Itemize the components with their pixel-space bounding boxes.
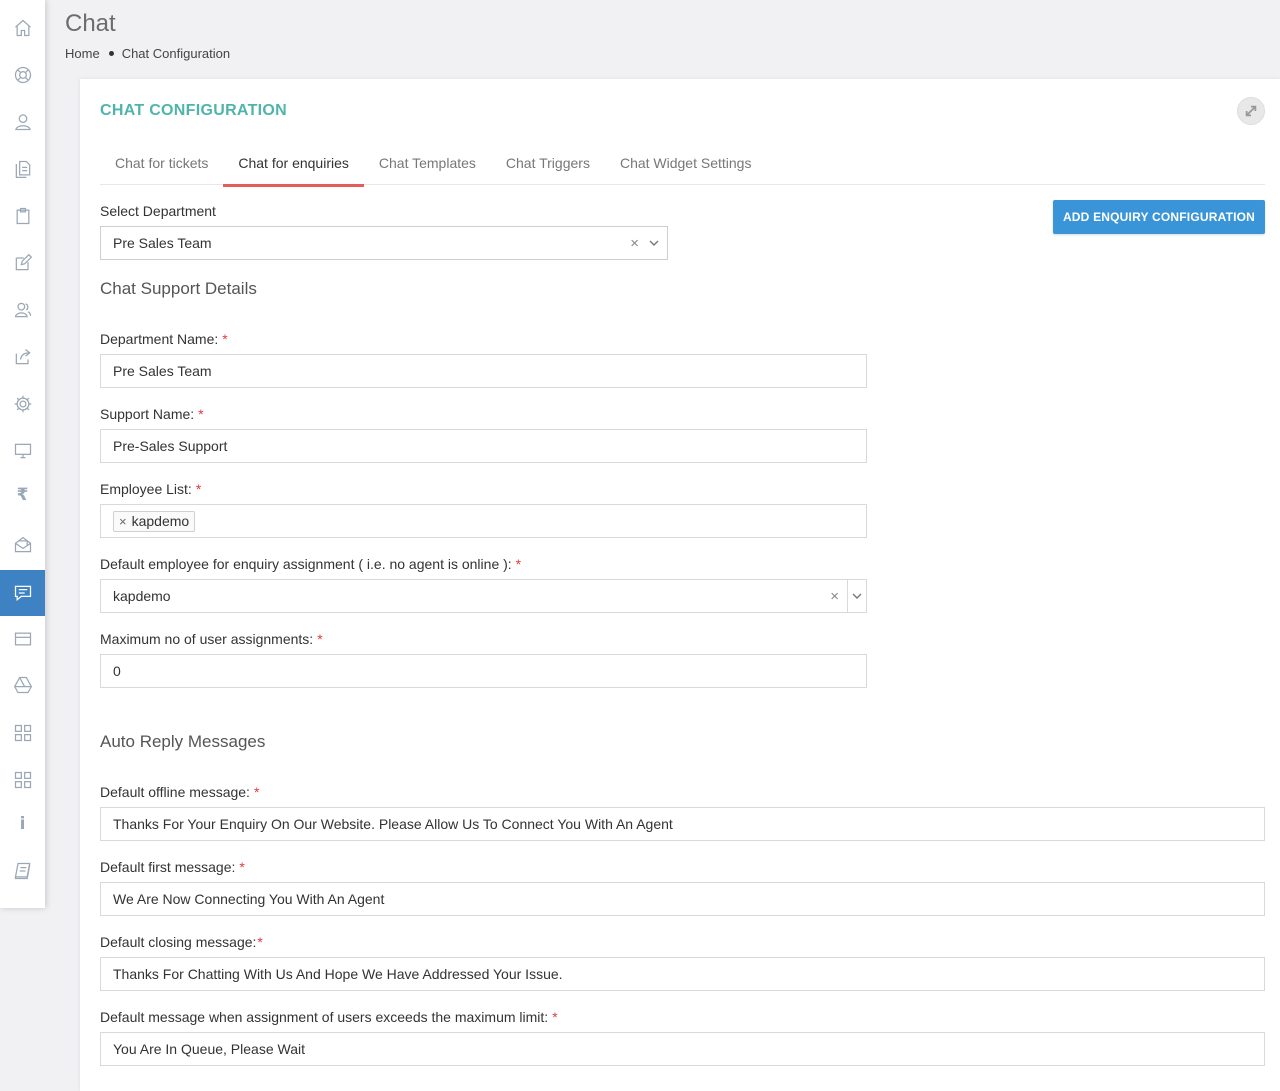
monitor-icon[interactable] (0, 428, 45, 474)
default-employee-label-text: Default employee for enquiry assignment … (100, 556, 512, 572)
offline-message-label-text: Default offline message: (100, 784, 250, 800)
required-mark: * (253, 784, 260, 800)
employee-tag: × kapdemo (113, 510, 196, 532)
required-mark: * (515, 556, 522, 572)
select-department-label: Select Department (100, 203, 216, 219)
closing-message-value: Thanks For Chatting With Us And Hope We … (113, 966, 563, 982)
support-name-input[interactable]: Pre-Sales Support (100, 429, 867, 463)
department-name-label-text: Department Name: (100, 331, 219, 347)
rupee-icon[interactable]: ₹ (0, 472, 45, 518)
max-assignments-label-text: Maximum no of user assignments: (100, 631, 314, 647)
support-name-value: Pre-Sales Support (113, 438, 228, 454)
employee-list-label: Employee List: * (100, 481, 201, 497)
required-mark: * (239, 859, 245, 875)
drive-icon[interactable] (0, 662, 45, 708)
required-mark: * (198, 406, 204, 422)
limit-message-label: Default message when assignment of users… (100, 1009, 558, 1025)
tab-chat-templates[interactable]: Chat Templates (364, 149, 491, 185)
max-assignments-label: Maximum no of user assignments: * (100, 631, 323, 647)
default-employee-select[interactable]: kapdemo × (100, 579, 867, 613)
department-name-label: Department Name: * (100, 331, 228, 347)
clipboard-icon[interactable] (0, 193, 45, 239)
closing-message-input[interactable]: Thanks For Chatting With Us And Hope We … (100, 957, 1265, 991)
required-mark: * (317, 631, 323, 647)
support-icon[interactable] (0, 52, 45, 98)
offline-message-label: Default offline message: * (100, 784, 259, 800)
first-message-label: Default first message: * (100, 859, 245, 875)
limit-message-label-text: Default message when assignment of users… (100, 1009, 549, 1025)
add-enquiry-configuration-button[interactable]: ADD ENQUIRY CONFIGURATION (1053, 200, 1265, 234)
expand-button[interactable] (1237, 97, 1265, 125)
tab-chat-widget-settings[interactable]: Chat Widget Settings (605, 149, 767, 185)
chevron-down-icon[interactable] (645, 227, 663, 259)
department-name-value: Pre Sales Team (113, 363, 212, 379)
edit-icon[interactable] (0, 240, 45, 286)
contacts-icon[interactable] (0, 287, 45, 333)
user-icon[interactable] (0, 99, 45, 145)
department-select[interactable]: Pre Sales Team × (100, 226, 668, 260)
department-select-value: Pre Sales Team (113, 235, 212, 251)
clear-icon[interactable]: × (824, 588, 847, 605)
breadcrumb-home[interactable]: Home (65, 46, 100, 61)
chevron-down-icon[interactable] (848, 580, 866, 612)
remove-tag-icon[interactable]: × (119, 514, 127, 529)
tab-chat-for-enquiries[interactable]: Chat for enquiries (223, 149, 364, 187)
required-mark: * (552, 1009, 558, 1025)
tab-chat-triggers[interactable]: Chat Triggers (491, 149, 605, 185)
first-message-label-text: Default first message: (100, 859, 236, 875)
chat-configuration-card: CHAT CONFIGURATION Chat for tickets Chat… (80, 79, 1280, 1091)
share-icon[interactable] (0, 334, 45, 380)
required-mark: * (222, 331, 228, 347)
employee-tag-label: kapdemo (131, 513, 190, 529)
required-mark: * (195, 481, 202, 497)
breadcrumb-current: Chat Configuration (121, 46, 231, 61)
closing-message-label-text: Default closing message: (100, 934, 257, 950)
offline-message-value: Thanks For Your Enquiry On Our Website. … (113, 816, 673, 832)
limit-message-input[interactable]: You Are In Queue, Please Wait (100, 1032, 1265, 1066)
breadcrumb-separator (108, 51, 114, 56)
default-employee-value: kapdemo (113, 588, 171, 604)
grid-icon[interactable] (0, 710, 45, 756)
mail-open-icon[interactable] (0, 522, 45, 568)
tab-chat-for-tickets[interactable]: Chat for tickets (100, 149, 223, 185)
closing-message-label: Default closing message:* (100, 934, 263, 950)
book-icon[interactable] (0, 848, 45, 894)
default-employee-label: Default employee for enquiry assignment … (100, 556, 521, 572)
auto-reply-messages-heading: Auto Reply Messages (100, 732, 266, 751)
first-message-input[interactable]: We Are Now Connecting You With An Agent (100, 882, 1265, 916)
settings-icon[interactable] (0, 381, 45, 427)
first-message-value: We Are Now Connecting You With An Agent (113, 891, 385, 907)
card-icon[interactable] (0, 616, 45, 662)
chat-icon[interactable] (0, 570, 45, 616)
employee-list-multiselect[interactable]: × kapdemo (100, 504, 867, 538)
department-name-input[interactable]: Pre Sales Team (100, 354, 867, 388)
chat-support-details-heading: Chat Support Details (100, 279, 257, 298)
grid-alt-icon[interactable] (0, 757, 45, 803)
sidebar: ₹ i (0, 0, 45, 908)
limit-message-value: You Are In Queue, Please Wait (113, 1041, 305, 1057)
info-icon[interactable]: i (0, 801, 45, 847)
expand-icon (1245, 105, 1257, 117)
card-title: CHAT CONFIGURATION (100, 102, 288, 119)
clear-icon[interactable]: × (624, 235, 645, 252)
tab-bar: Chat for tickets Chat for enquiries Chat… (100, 149, 1265, 187)
required-mark: * (257, 934, 263, 950)
max-assignments-input[interactable]: 0 (100, 654, 867, 688)
support-name-label-text: Support Name: (100, 406, 195, 422)
documents-icon[interactable] (0, 146, 45, 192)
breadcrumb: Home Chat Configuration (65, 46, 230, 61)
employee-list-label-text: Employee List: (100, 481, 192, 497)
home-icon[interactable] (0, 5, 45, 51)
page-title: Chat (65, 10, 116, 37)
support-name-label: Support Name: * (100, 406, 204, 422)
max-assignments-value: 0 (113, 663, 121, 679)
offline-message-input[interactable]: Thanks For Your Enquiry On Our Website. … (100, 807, 1265, 841)
